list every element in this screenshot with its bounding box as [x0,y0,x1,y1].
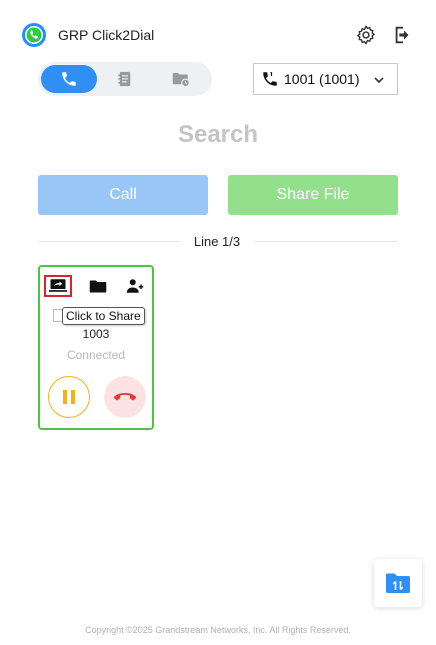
line-selector[interactable]: 1001 (1001) [253,63,398,95]
file-transfer-icon [386,573,410,593]
share-tooltip: Click to Share [62,307,145,325]
divider-left [38,241,180,242]
call-number: 1003 [82,327,110,341]
call-status: Connected [66,348,126,362]
tab-dialer[interactable] [41,65,97,93]
share-file-button[interactable]: Share File [228,175,398,215]
hang-up-button[interactable] [104,376,146,418]
gear-icon[interactable] [355,24,377,46]
file-transfer-button[interactable] [374,559,422,607]
line-selector-value: 1001 (1001) [284,71,360,87]
divider-right [254,241,398,242]
tab-contacts[interactable] [97,65,153,93]
chevron-down-icon [374,77,384,84]
hold-button[interactable] [48,376,90,418]
hang-up-icon [113,393,137,401]
copyright-footer: Copyright ©2025 Grandstream Networks, In… [85,625,351,635]
app-title: GRP Click2Dial [58,27,155,43]
active-call-card: Click to Share 1003 Connected [38,265,154,430]
add-contact-button[interactable] [121,275,149,297]
call-history-icon [172,73,190,88]
contacts-icon [118,71,131,87]
call-button[interactable]: Call [38,175,208,215]
screen-share-icon [49,279,67,292]
pause-icon [63,390,75,404]
add-contact-icon [126,279,144,293]
line-indicator: Line 1/3 [193,234,241,249]
folder-icon [89,280,107,292]
view-tabs [38,62,212,96]
phone-logo-icon [22,23,46,47]
app-header: GRP Click2Dial [0,0,436,70]
phone-line-icon [263,71,277,86]
logout-icon[interactable] [392,24,414,46]
tab-history[interactable] [153,65,209,93]
folder-button[interactable] [84,275,112,297]
phone-icon [62,72,76,86]
search-field[interactable]: Search [0,121,436,149]
screen-share-button[interactable] [44,275,72,297]
